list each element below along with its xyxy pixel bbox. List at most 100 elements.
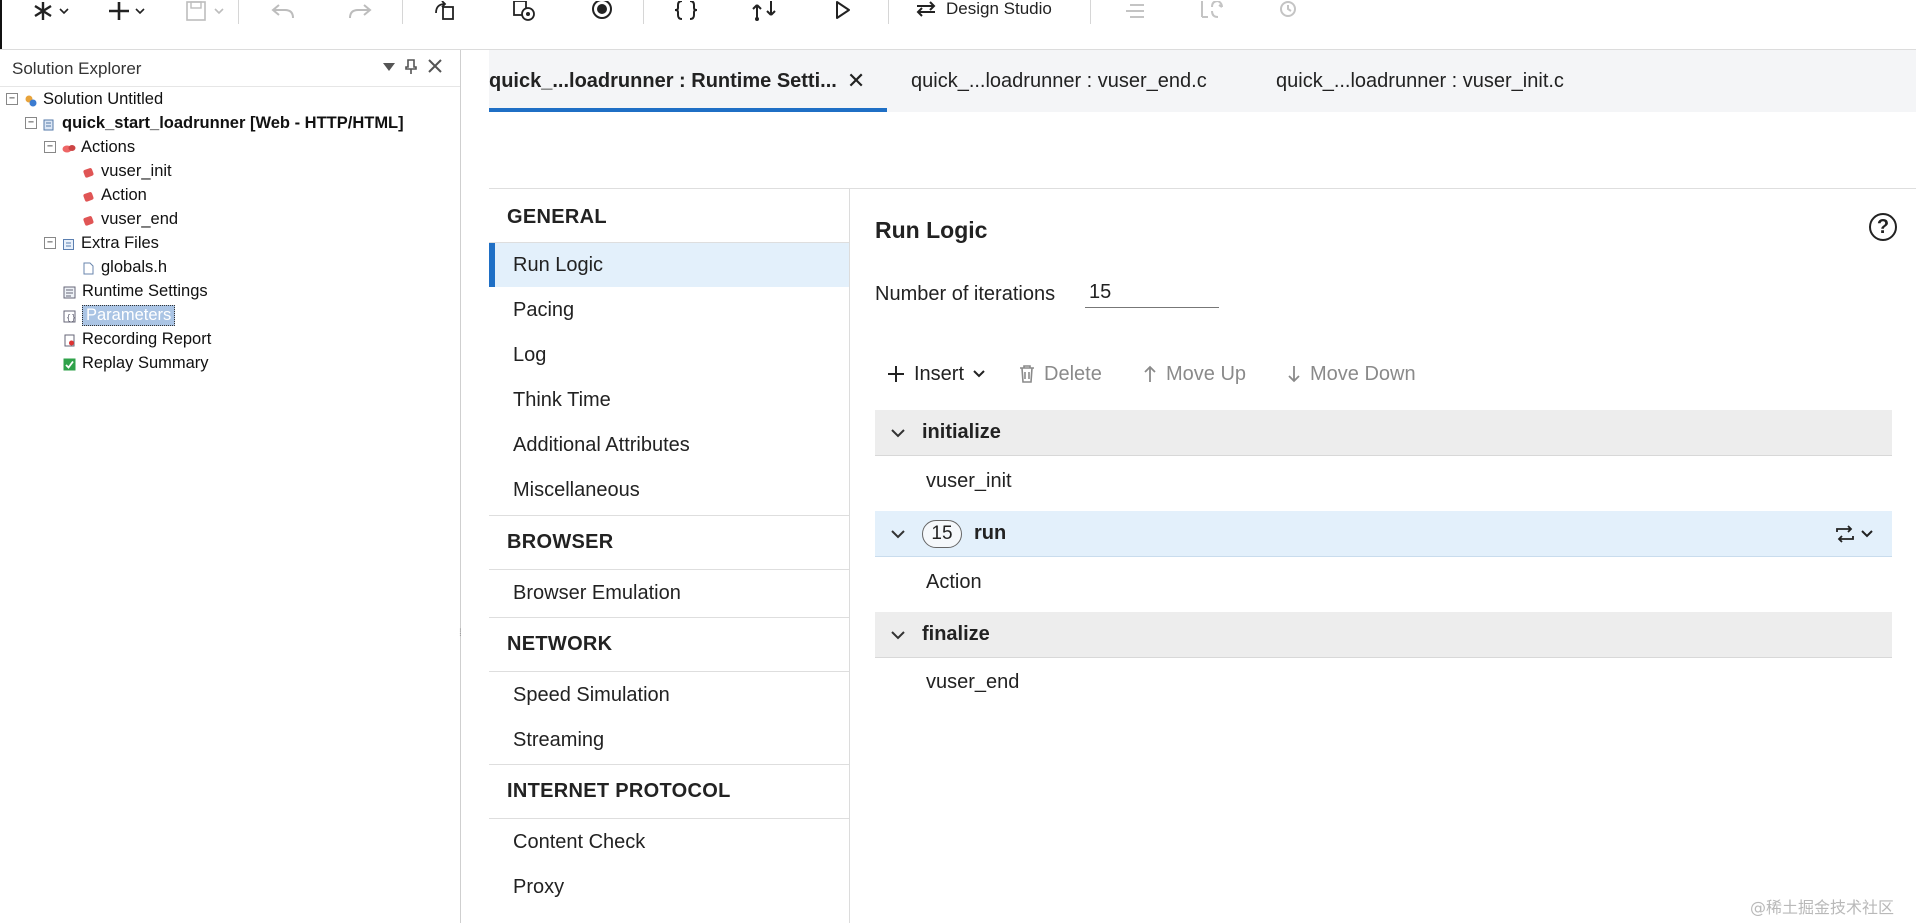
watermark: @稀土掘金技术社区 [1750, 898, 1895, 917]
record-settings-button[interactable] [509, 0, 539, 22]
tree-label: Replay Summary [82, 353, 209, 372]
delete-button[interactable]: Delete [1018, 360, 1102, 388]
refresh-script-icon [435, 1, 454, 20]
tree-solution-root[interactable]: − Solution Untitled [6, 88, 163, 110]
record-button[interactable] [587, 0, 617, 22]
tree-replay-summary[interactable]: Replay Summary [63, 352, 209, 374]
panel-menu-icon[interactable] [383, 59, 395, 77]
nav-run-logic[interactable]: Run Logic [489, 243, 849, 287]
arrow-down-icon [1288, 366, 1300, 383]
step-action[interactable]: Action [926, 571, 982, 594]
solution-explorer-title: Solution Explorer [12, 59, 142, 78]
nav-speed-simulation[interactable]: Speed Simulation [489, 673, 849, 717]
refresh-button[interactable] [430, 0, 460, 22]
save-menu-button[interactable] [180, 0, 230, 22]
tab-vuser-end[interactable]: quick_...loadrunner : vuser_end.c [911, 50, 1207, 112]
help-icon[interactable]: ? [1869, 213, 1897, 241]
section-general: GENERAL [507, 206, 607, 228]
collapse-toggle-icon[interactable]: − [44, 237, 56, 249]
replay-button[interactable] [827, 0, 857, 22]
nav-label: Browser Emulation [513, 581, 681, 604]
group-initialize[interactable]: initialize [875, 410, 1892, 456]
nav-content-check[interactable]: Content Check [489, 820, 849, 864]
run-mode-menu[interactable] [1834, 524, 1874, 543]
trash-icon [1020, 365, 1034, 383]
section-browser: BROWSER [507, 531, 614, 553]
tree-recording-report[interactable]: Recording Report [63, 328, 211, 350]
code-view-button[interactable] [671, 0, 701, 22]
nav-proxy[interactable]: Proxy [489, 865, 849, 909]
tree-action-vuser-end[interactable]: vuser_end [82, 208, 178, 230]
align-button[interactable] [1120, 0, 1150, 22]
tab-label: quick_...loadrunner : Runtime Setti... [489, 69, 837, 92]
chevron-down-icon[interactable] [890, 428, 910, 438]
group-finalize[interactable]: finalize [875, 612, 1892, 658]
tree-file-globals[interactable]: globals.h [82, 256, 167, 278]
step-vuser-init[interactable]: vuser_init [926, 470, 1012, 493]
redo-button[interactable] [345, 0, 375, 22]
parameters-icon: {} [63, 309, 76, 322]
undo-button[interactable] [268, 0, 298, 22]
disabled-tool-button-2[interactable] [1273, 0, 1303, 22]
disabled-tool-button[interactable] [1196, 0, 1226, 22]
move-up-button[interactable]: Move Up [1142, 360, 1246, 388]
nav-additional-attributes[interactable]: Additional Attributes [489, 423, 849, 467]
page-title: Run Logic [875, 217, 988, 243]
nav-label: Run Logic [513, 253, 604, 276]
play-icon [836, 1, 850, 19]
collapse-toggle-icon[interactable]: − [44, 141, 56, 153]
divider [489, 515, 849, 516]
design-studio-button[interactable]: Design Studio [914, 0, 1052, 18]
chevron-down-icon[interactable] [890, 630, 910, 640]
nav-miscellaneous[interactable]: Miscellaneous [489, 468, 849, 512]
tab-runtime-settings[interactable]: quick_...loadrunner : Runtime Setti... ✕ [489, 50, 887, 112]
tree-script-node[interactable]: − quick_start_loadrunner [Web - HTTP/HTM… [25, 112, 404, 134]
group-name: finalize [922, 623, 990, 645]
move-down-button[interactable]: Move Down [1286, 360, 1416, 388]
iterations-input[interactable] [1085, 277, 1219, 308]
collapse-toggle-icon[interactable]: − [25, 117, 37, 129]
toolbar-separator [643, 0, 644, 24]
tree-action-action[interactable]: Action [82, 184, 147, 206]
divider [489, 818, 849, 819]
file-icon [82, 261, 95, 274]
nav-streaming[interactable]: Streaming [489, 718, 849, 762]
collapse-toggle-icon[interactable]: − [6, 93, 18, 105]
tree-label: vuser_end [101, 209, 179, 228]
step-vuser-end[interactable]: vuser_end [926, 671, 1019, 694]
panel-splitter[interactable]: ⁞ [459, 628, 462, 640]
tree-parameters[interactable]: {} Parameters [63, 304, 176, 326]
tree-label: Solution Untitled [43, 89, 164, 108]
close-panel-icon[interactable] [428, 59, 442, 78]
nav-label: Proxy [513, 875, 565, 898]
chevron-down-icon[interactable] [890, 529, 910, 539]
nav-think-time[interactable]: Think Time [489, 378, 849, 422]
plus-icon [888, 366, 904, 382]
svg-text:{}: {} [66, 313, 76, 322]
tree-actions-folder[interactable]: − Actions [44, 136, 135, 158]
tab-label: quick_...loadrunner : vuser_end.c [911, 69, 1207, 92]
pin-icon[interactable] [405, 59, 417, 80]
compile-button[interactable] [749, 0, 779, 22]
nav-pacing[interactable]: Pacing [489, 288, 849, 332]
runtime-settings-nav: GENERAL Run Logic Pacing Log Think Time … [489, 189, 850, 923]
insert-button[interactable]: Insert [886, 360, 986, 388]
document-tab-strip: quick_...loadrunner : Runtime Setti... ✕… [489, 50, 1916, 112]
tree-runtime-settings[interactable]: Runtime Settings [63, 280, 208, 302]
record-settings-icon [513, 1, 535, 21]
close-tab-icon[interactable]: ✕ [847, 68, 865, 94]
new-menu-button[interactable] [26, 0, 76, 22]
iteration-count-badge: 15 [922, 519, 962, 548]
group-run[interactable]: 15 run [875, 511, 1892, 557]
add-menu-button[interactable] [102, 0, 152, 22]
nav-browser-emulation[interactable]: Browser Emulation [489, 571, 849, 615]
report-icon [63, 333, 76, 346]
tree-extra-files-folder[interactable]: − Extra Files [44, 232, 159, 254]
undo-icon [271, 4, 294, 19]
tree-action-vuser-init[interactable]: vuser_init [82, 160, 172, 182]
actions-icon [62, 141, 76, 154]
tab-label: quick_...loadrunner : vuser_init.c [1276, 69, 1564, 92]
nav-log[interactable]: Log [489, 333, 849, 377]
move-down-label: Move Down [1310, 362, 1416, 385]
tab-vuser-init[interactable]: quick_...loadrunner : vuser_init.c [1276, 50, 1564, 112]
